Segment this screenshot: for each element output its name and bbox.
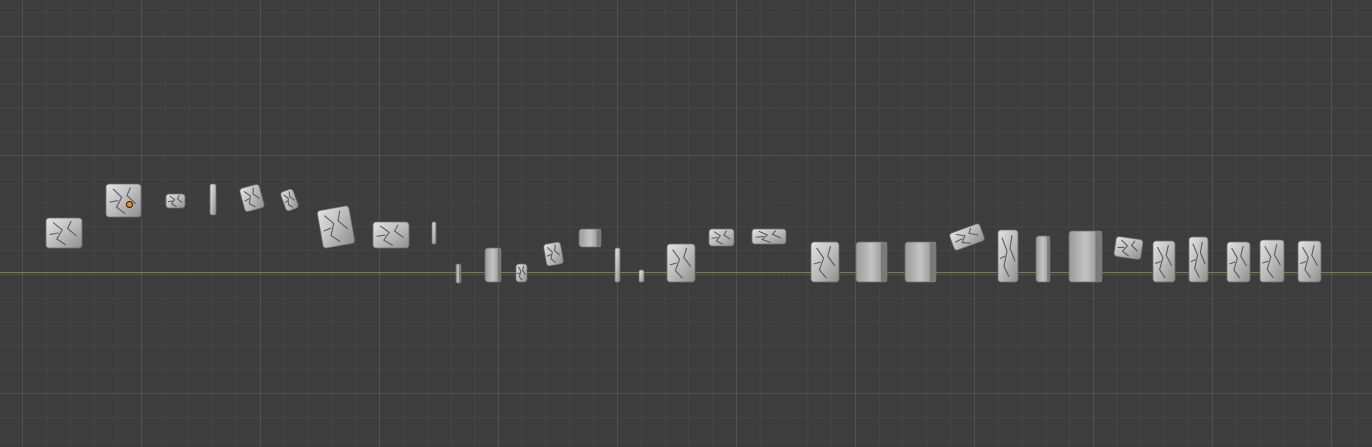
slab-side-face [1095, 231, 1102, 282]
mesh-object-30[interactable] [1226, 241, 1251, 283]
mesh-object-18[interactable] [708, 228, 735, 247]
mesh-object-19[interactable] [751, 228, 787, 245]
mesh-object-25[interactable] [1035, 235, 1051, 283]
mesh-object-28[interactable] [1152, 240, 1176, 283]
active-object-origin-icon [126, 201, 133, 208]
mesh-object-1[interactable] [45, 217, 83, 249]
mesh-body[interactable] [431, 221, 437, 245]
mesh-object-17[interactable] [666, 243, 696, 283]
mesh-object-16[interactable] [638, 269, 645, 283]
mesh-body[interactable] [239, 184, 265, 212]
slab-side-face [1047, 236, 1050, 282]
mesh-body[interactable] [614, 247, 621, 283]
mesh-object-24[interactable] [997, 229, 1019, 283]
mesh-object-23[interactable] [949, 223, 985, 251]
mesh-body[interactable] [209, 183, 217, 216]
mesh-object-13[interactable] [543, 241, 564, 267]
slab-side-face [880, 242, 887, 282]
mesh-object-5[interactable] [239, 184, 265, 212]
mesh-object-7[interactable] [317, 205, 355, 249]
mesh-object-14[interactable] [578, 228, 602, 248]
mesh-object-9[interactable] [431, 221, 437, 245]
mesh-object-32[interactable] [1297, 240, 1322, 283]
slab-side-face [459, 264, 461, 283]
mesh-object-27[interactable] [1113, 236, 1144, 260]
mesh-object-26[interactable] [1068, 230, 1103, 283]
mesh-object-22[interactable] [904, 241, 937, 283]
3d-viewport[interactable] [0, 0, 1372, 447]
mesh-object-3[interactable] [165, 193, 186, 209]
mesh-object-21[interactable] [855, 241, 888, 283]
mesh-body[interactable] [949, 223, 985, 251]
mesh-object-29[interactable] [1188, 236, 1209, 283]
slab-side-face [929, 242, 936, 282]
mesh-object-6[interactable] [280, 188, 299, 212]
mesh-body[interactable] [317, 205, 355, 249]
mesh-object-12[interactable] [515, 263, 528, 283]
scene-objects [45, 183, 1322, 284]
mesh-object-20[interactable] [810, 241, 840, 283]
mesh-body[interactable] [543, 241, 564, 267]
slab-side-face [596, 229, 601, 247]
mesh-object-15[interactable] [614, 247, 621, 283]
mesh-object-11[interactable] [484, 247, 502, 283]
mesh-object-8[interactable] [372, 221, 410, 249]
mesh-object-10[interactable] [455, 263, 462, 284]
mesh-object-31[interactable] [1259, 239, 1285, 283]
mesh-object-4[interactable] [209, 183, 217, 216]
mesh-object-2[interactable] [105, 183, 142, 218]
slab-side-face [497, 248, 501, 282]
mesh-body[interactable] [638, 269, 645, 283]
